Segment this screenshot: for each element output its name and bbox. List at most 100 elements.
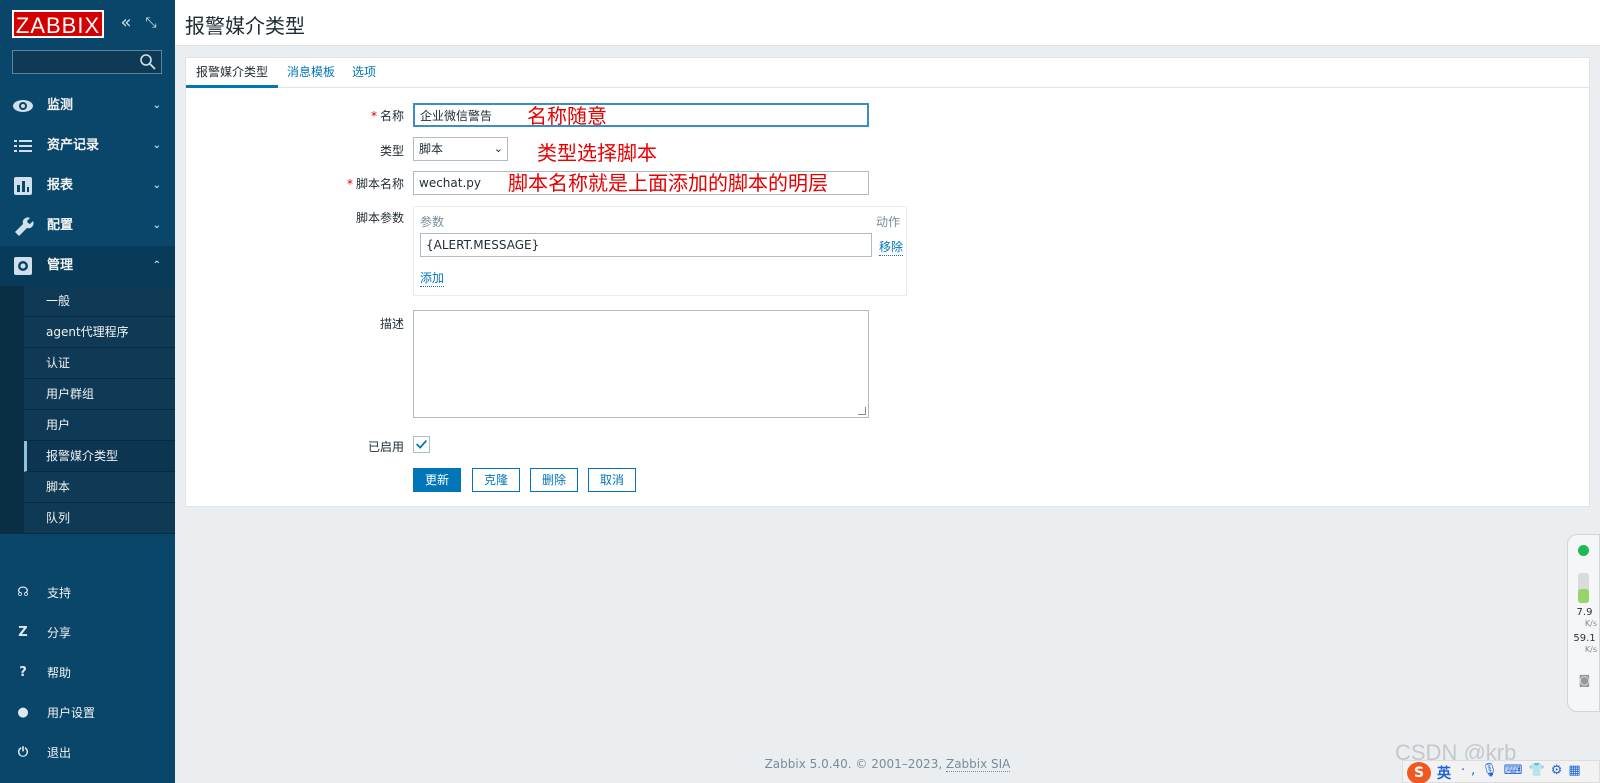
menu-label: 分享 [47,626,72,640]
script-params-table: 参数 动作 {ALERT.MESSAGE} 移除 添加 [413,206,907,296]
network-speed-widget[interactable]: 7.9 K/s 59.1 K/s ◙ [1567,534,1600,712]
name-label: * 名称 [370,109,404,123]
menu-item-reports[interactable]: 报表 ⌄ [0,166,175,206]
upload-speed: 7.9 [1576,607,1593,618]
params-column-header: 参数 [420,215,445,229]
type-select[interactable]: 脚本 ⌄ [413,137,508,161]
chevron-down-icon: ⌄ [152,100,161,111]
sidebar-search-input[interactable] [12,50,162,74]
main-menu: 监测 ⌄ 资产记录 ⌄ 报表 ⌄ 配置 ⌄ 管理 ⌃ 一般 agent代理程序 … [0,86,175,534]
remove-param-link[interactable]: 移除 [879,238,904,256]
kiosk-mode-icon[interactable]: ⤡ [142,12,160,34]
submenu-item-scripts[interactable]: 脚本 [24,472,175,503]
name-input[interactable]: 企业微信警告 [413,103,869,127]
bar-chart-icon [14,177,32,195]
chevron-down-icon: ⌄ [152,140,161,151]
update-button[interactable]: 更新 [413,468,461,492]
menu-item-configuration[interactable]: 配置 ⌄ [0,206,175,246]
chevron-down-icon: ⌄ [152,220,161,231]
description-textarea[interactable] [413,310,869,418]
user-icon: ● [17,705,29,720]
submenu-item-media-types[interactable]: 报警媒介类型 [24,441,175,472]
delete-button[interactable]: 删除 [530,468,578,492]
menu-label: 用户设置 [47,706,96,720]
submenu-item-general[interactable]: 一般 [24,286,175,317]
chevron-up-icon: ⌃ [152,260,161,271]
chevron-down-icon: ⌄ [152,180,161,191]
params-action-column-header: 动作 [875,215,900,229]
checkmark-icon [416,439,428,449]
menu-label: 资产记录 [47,138,100,153]
add-param-link[interactable]: 添加 [420,269,445,287]
camera-icon[interactable]: ◙ [1568,673,1600,687]
script-name-label: * 脚本名称 [346,177,404,191]
submenu-item-user-groups[interactable]: 用户群组 [24,379,175,410]
power-icon: ⏻ [17,745,29,760]
usage-bar [1578,573,1589,603]
clone-button[interactable]: 克隆 [472,468,520,492]
download-unit: K/s [1584,645,1597,654]
help-icon: ? [19,665,27,680]
submenu-item-authentication[interactable]: 认证 [24,348,175,379]
menu-item-administration[interactable]: 管理 ⌃ [0,246,175,286]
footer: Zabbix 5.0.40. © 2001–2023, Zabbix SIA [175,757,1600,772]
eye-icon [13,100,33,112]
tab-message-templates[interactable]: 消息模板 [277,58,345,88]
download-speed: 59.1 [1573,633,1596,644]
enabled-checkbox[interactable] [413,436,430,453]
share-icon: Z [18,625,28,640]
menu-item-help[interactable]: ? 帮助 [0,653,175,693]
footer-link[interactable]: Zabbix SIA [945,757,1011,772]
annotation-script: 脚本名称就是上面添加的脚本的明层 [508,171,828,195]
tab-bar: 报警媒介类型 消息模板 选项 [186,58,1589,88]
zabbix-logo[interactable]: ZABBIX [12,10,104,38]
chevron-down-icon: ⌄ [493,142,503,155]
status-dot-icon [1578,545,1589,556]
page-header: 报警媒介类型 [175,0,1600,46]
script-params-label: 脚本参数 [355,211,404,225]
administration-submenu: 一般 agent代理程序 认证 用户群组 用户 报警媒介类型 脚本 队列 [0,286,175,534]
enabled-label: 已启用 [367,440,404,454]
param-input[interactable]: {ALERT.MESSAGE} [420,233,872,257]
description-label: 描述 [379,317,404,331]
menu-item-support[interactable]: ☊ 支持 [0,573,175,613]
sidebar: ZABBIX « ⤡ 监测 ⌄ 资产记录 ⌄ 报表 ⌄ 配置 ⌄ 管理 ⌃ 一般… [0,0,175,783]
footer-text: Zabbix 5.0.40. © 2001–2023, [764,757,946,771]
submenu-item-queue[interactable]: 队列 [24,503,175,534]
menu-item-inventory[interactable]: 资产记录 ⌄ [0,126,175,166]
annotation-name: 名称随意 [527,104,607,128]
logo-row: ZABBIX « ⤡ [12,10,162,38]
submenu-item-users[interactable]: 用户 [24,410,175,441]
type-label: 类型 [379,144,404,158]
type-select-value: 脚本 [419,142,444,156]
gear-icon [14,257,32,275]
menu-label: 监测 [47,98,74,113]
upload-unit: K/s [1584,619,1597,628]
tab-options[interactable]: 选项 [342,58,386,88]
tab-media-type[interactable]: 报警媒介类型 [186,58,279,88]
ime-toolbar: S 英 ·,🎙⌨👕⚙▦ [1402,760,1600,783]
menu-item-share[interactable]: Z 分享 [0,613,175,653]
submenu-item-proxies[interactable]: agent代理程序 [24,317,175,348]
annotation-type: 类型选择脚本 [537,141,657,165]
menu-item-monitoring[interactable]: 监测 ⌄ [0,86,175,126]
headset-icon: ☊ [17,585,29,600]
menu-label: 报表 [47,178,74,193]
list-icon [14,140,32,152]
menu-item-user-settings[interactable]: ● 用户设置 [0,693,175,733]
ime-language-toggle[interactable]: 英 [1437,763,1451,783]
menu-item-sign-out[interactable]: ⏻ 退出 [0,733,175,773]
resize-handle-icon[interactable] [858,407,866,415]
cancel-button[interactable]: 取消 [588,468,636,492]
ime-tool-icons[interactable]: ·,🎙⌨👕⚙▦ [1461,763,1587,778]
menu-label: 退出 [47,746,72,760]
ime-logo-icon[interactable]: S [1407,762,1431,783]
menu-label: 配置 [47,218,74,233]
page-title: 报警媒介类型 [185,14,305,38]
menu-label: 管理 [47,258,74,273]
wrench-icon [15,217,34,236]
search-icon[interactable] [139,53,157,71]
collapse-sidebar-icon[interactable]: « [116,12,136,34]
menu-label: 支持 [47,586,72,600]
menu-label: 帮助 [47,666,72,680]
